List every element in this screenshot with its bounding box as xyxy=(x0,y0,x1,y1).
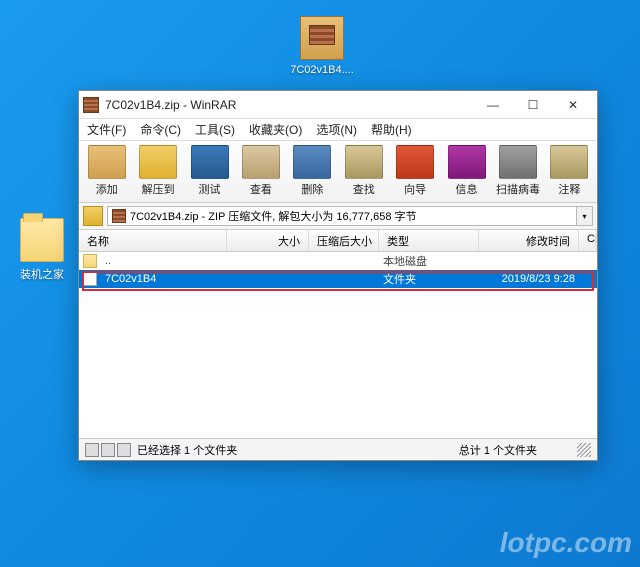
status-icons xyxy=(85,443,131,457)
menu-help[interactable]: 帮助(H) xyxy=(371,121,412,138)
window-title: 7C02v1B4.zip - WinRAR xyxy=(105,98,473,112)
info-icon xyxy=(448,145,486,179)
delete-icon xyxy=(293,145,331,179)
view-icon xyxy=(242,145,280,179)
status-selection: 已经选择 1 个文件夹 xyxy=(137,442,459,458)
column-name[interactable]: 名称 xyxy=(79,230,227,251)
desktop-folder-icon[interactable]: 装机之家 xyxy=(2,218,82,282)
up-button[interactable] xyxy=(83,206,103,226)
add-icon xyxy=(88,145,126,179)
toolbar-info-button[interactable]: 信息 xyxy=(441,143,492,200)
column-crc[interactable]: CRC32 xyxy=(579,230,597,251)
menu-file[interactable]: 文件(F) xyxy=(87,121,126,138)
folder-icon xyxy=(20,218,64,262)
column-date[interactable]: 修改时间 xyxy=(479,230,579,251)
toolbar-wizard-button[interactable]: 向导 xyxy=(389,143,440,200)
column-type[interactable]: 类型 xyxy=(379,230,479,251)
test-icon xyxy=(191,145,229,179)
archive-icon xyxy=(112,209,126,223)
archive-icon xyxy=(300,16,344,60)
maximize-button[interactable]: ☐ xyxy=(513,93,553,117)
titlebar[interactable]: 7C02v1B4.zip - WinRAR — ☐ ✕ xyxy=(79,91,597,119)
status-bar: 已经选择 1 个文件夹 总计 1 个文件夹 xyxy=(79,438,597,460)
menu-options[interactable]: 选项(N) xyxy=(316,121,357,138)
list-item[interactable]: 7C02v1B4 文件夹 2019/8/23 9:28 xyxy=(79,270,597,288)
winrar-window: 7C02v1B4.zip - WinRAR — ☐ ✕ 文件(F) 命令(C) … xyxy=(78,90,598,461)
close-button[interactable]: ✕ xyxy=(553,93,593,117)
column-size[interactable]: 大小 xyxy=(227,230,309,251)
list-header: 名称 大小 压缩后大小 类型 修改时间 CRC32 xyxy=(79,230,597,252)
toolbar-view-button[interactable]: 查看 xyxy=(235,143,286,200)
menubar: 文件(F) 命令(C) 工具(S) 收藏夹(O) 选项(N) 帮助(H) xyxy=(79,119,597,141)
column-compressed[interactable]: 压缩后大小 xyxy=(309,230,379,251)
toolbar-delete-button[interactable]: 删除 xyxy=(287,143,338,200)
path-text: 7C02v1B4.zip - ZIP 压缩文件, 解包大小为 16,777,65… xyxy=(130,208,417,224)
toolbar: 添加 解压到 测试 查看 删除 查找 向导 信息 扫描病毒 注释 xyxy=(79,141,597,203)
minimize-button[interactable]: — xyxy=(473,93,513,117)
menu-command[interactable]: 命令(C) xyxy=(140,121,181,138)
scan-icon xyxy=(499,145,537,179)
find-icon xyxy=(345,145,383,179)
toolbar-add-button[interactable]: 添加 xyxy=(81,143,132,200)
toolbar-find-button[interactable]: 查找 xyxy=(338,143,389,200)
folder-icon xyxy=(83,254,97,268)
wizard-icon xyxy=(396,145,434,179)
address-bar: 7C02v1B4.zip - ZIP 压缩文件, 解包大小为 16,777,65… xyxy=(79,203,597,230)
path-dropdown-button[interactable]: ▾ xyxy=(577,206,593,226)
desktop-icon-label: 装机之家 xyxy=(2,266,82,282)
path-field[interactable]: 7C02v1B4.zip - ZIP 压缩文件, 解包大小为 16,777,65… xyxy=(107,206,577,226)
toolbar-scan-button[interactable]: 扫描病毒 xyxy=(492,143,543,200)
list-item[interactable]: .. 本地磁盘 xyxy=(79,252,597,270)
status-total: 总计 1 个文件夹 xyxy=(459,442,577,458)
menu-favorites[interactable]: 收藏夹(O) xyxy=(249,121,302,138)
toolbar-comment-button[interactable]: 注释 xyxy=(544,143,595,200)
resize-grip[interactable] xyxy=(577,443,591,457)
watermark: lotpc.com xyxy=(500,527,632,559)
toolbar-test-button[interactable]: 测试 xyxy=(184,143,235,200)
toolbar-extract-button[interactable]: 解压到 xyxy=(132,143,183,200)
desktop-zip-icon[interactable]: 7C02v1B4.... xyxy=(282,16,362,76)
folder-icon xyxy=(83,272,97,286)
app-icon xyxy=(83,97,99,113)
menu-tools[interactable]: 工具(S) xyxy=(195,121,235,138)
extract-icon xyxy=(139,145,177,179)
file-list[interactable]: .. 本地磁盘 7C02v1B4 文件夹 2019/8/23 9:28 xyxy=(79,252,597,438)
comment-icon xyxy=(550,145,588,179)
desktop-icon-label: 7C02v1B4.... xyxy=(282,64,362,76)
